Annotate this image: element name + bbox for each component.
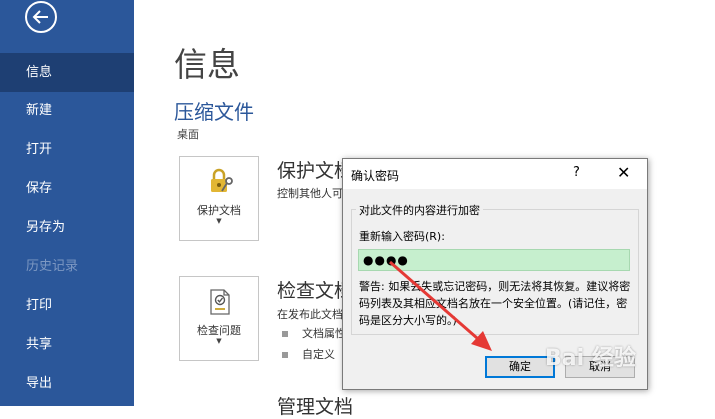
dialog-title: 确认密码 [351, 169, 400, 183]
chevron-down-icon: ▼ [216, 217, 222, 225]
help-icon[interactable]: ? [573, 165, 580, 180]
nav-export[interactable]: 导出 [0, 364, 134, 403]
back-button[interactable] [25, 1, 57, 33]
nav-print[interactable]: 打印 [0, 286, 134, 325]
nav-new[interactable]: 新建 [0, 91, 134, 130]
close-icon[interactable]: ✕ [617, 163, 630, 182]
bullet-text: 文档属性 [302, 327, 346, 340]
inspect-section-desc: 在发布此文档 [277, 308, 343, 321]
password-input[interactable]: ●●●● [358, 249, 630, 271]
password-warning: 警告: 如果丢失或忘记密码，则无法将其恢复。建议将密码列表及其相应文档名放在一个… [359, 280, 631, 327]
bullet-icon [282, 352, 288, 358]
watermark-logo: Bai 经验 [545, 346, 636, 371]
protect-document-label: 保护文档 [197, 204, 241, 217]
nav-save[interactable]: 保存 [0, 169, 134, 208]
document-name: 压缩文件 [174, 100, 254, 124]
check-issues-label: 检查问题 [197, 324, 241, 337]
encrypt-group-label: 对此文件的内容进行加密 [356, 202, 483, 218]
backstage-sidebar: 信息 新建 打开 保存 另存为 历史记录 打印 共享 导出 [0, 0, 134, 406]
nav-save-as[interactable]: 另存为 [0, 208, 134, 247]
bullet-icon [282, 331, 288, 337]
page-title: 信息 [174, 45, 240, 84]
inspect-bullet-properties: 文档属性 [282, 325, 346, 341]
bullet-text: 自定义 [302, 348, 335, 361]
back-arrow-icon [32, 10, 48, 24]
dialog-titlebar[interactable]: 确认密码 ? ✕ [343, 159, 647, 189]
checklist-icon [210, 289, 230, 315]
protect-section-desc: 控制其他人可 [277, 187, 343, 200]
lock-key-icon [211, 168, 233, 192]
inspect-bullet-custom: 自定义 [282, 346, 335, 362]
nav-share[interactable]: 共享 [0, 325, 134, 364]
nav-open[interactable]: 打开 [0, 130, 134, 169]
chevron-down-icon: ▼ [216, 337, 222, 345]
document-location[interactable]: 桌面 [177, 126, 199, 142]
nav-history: 历史记录 [26, 259, 79, 274]
protect-document-button[interactable]: 保护文档 ▼ [179, 156, 259, 241]
password-label: 重新输入密码(R): [359, 230, 445, 243]
check-issues-button[interactable]: 检查问题 ▼ [179, 276, 259, 361]
nav-info[interactable]: 信息 [0, 53, 134, 92]
